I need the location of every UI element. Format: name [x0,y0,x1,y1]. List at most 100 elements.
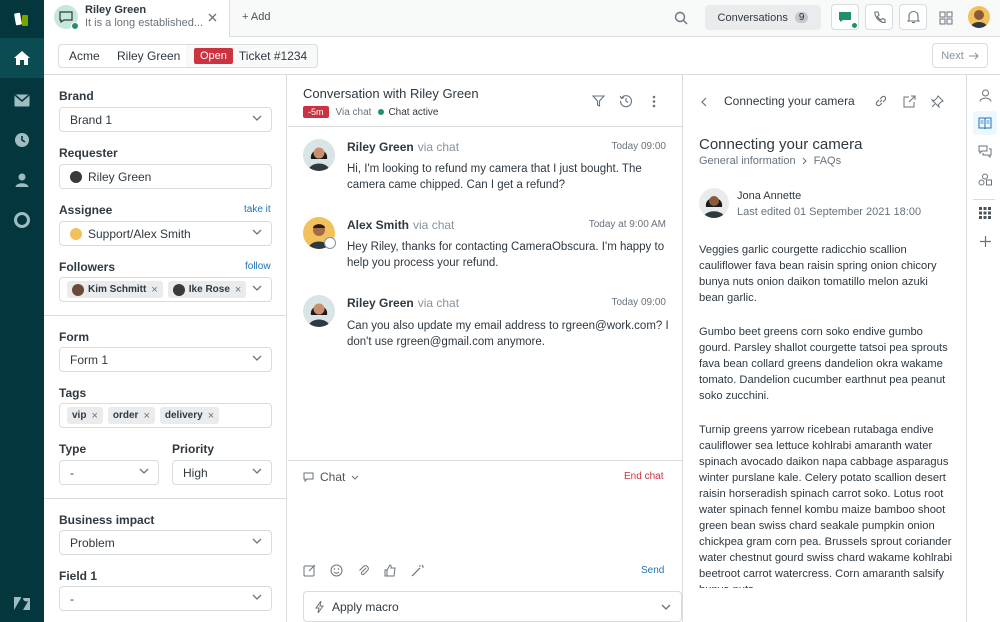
brand-select[interactable]: Brand 1 [59,107,272,132]
more-vertical-icon [652,95,656,107]
requester-field[interactable]: Riley Green [59,164,272,189]
close-tab-button[interactable] [204,9,220,25]
message-text: Hi, I'm looking to refund my camera that… [347,163,642,191]
copy-link-button[interactable] [873,93,889,109]
tag-name: order [112,410,139,421]
next-ticket-button[interactable]: Next [932,43,988,68]
priority-select[interactable]: High [172,460,272,485]
nav-home[interactable] [0,38,44,78]
field1-value: - [70,591,74,606]
chevron-down-icon [252,538,262,544]
article-section[interactable]: General information [699,155,796,167]
tab-riley-green[interactable]: Riley Green It is a long established... [44,0,230,37]
user-avatar[interactable] [968,6,990,28]
close-icon [208,13,216,21]
remove-icon[interactable]: × [91,410,97,422]
assignee-avatar [70,227,82,240]
requester-value: Riley Green [88,169,152,184]
talk-button[interactable] [865,4,893,30]
add-app-button[interactable] [973,229,997,253]
magic-wand-icon[interactable] [411,564,424,577]
message-time: Today 09:00 [611,297,667,308]
send-button[interactable]: Send [641,565,664,576]
tag-pill[interactable]: order × [107,407,155,424]
chevron-down-icon [252,115,262,121]
breadcrumb-org[interactable]: Acme [58,44,111,68]
chat-status: Chat active [388,106,439,118]
divider [288,126,683,127]
nav-zendesk-products[interactable] [0,586,44,622]
follower-pill[interactable]: Kim Schmitt × [67,281,163,298]
kb-header-title: Connecting your camera [724,94,855,108]
avatar [303,139,335,171]
form-select[interactable]: Form 1 [59,347,272,372]
customer-context-button[interactable] [973,83,997,107]
article-subsection[interactable]: FAQs [814,155,842,167]
knowledge-button[interactable] [973,111,997,135]
history-button[interactable] [618,93,634,109]
nav-help[interactable] [0,200,44,240]
apply-macro-select[interactable]: Apply macro [303,591,682,622]
plus-icon [979,235,991,247]
author-avatar [699,188,729,218]
nav-customers[interactable] [0,160,44,200]
intelligence-button[interactable] [973,167,997,191]
follower-pill[interactable]: Ike Rose × [167,281,247,298]
search-button[interactable] [672,9,690,27]
nav-inbox[interactable] [0,80,44,120]
conversations-button[interactable]: Conversations 9 [705,5,821,30]
apps-button[interactable] [973,201,997,225]
pin-button[interactable] [929,93,945,109]
business-impact-select[interactable]: Problem [59,530,272,555]
thumbs-up-icon[interactable] [384,564,397,577]
compose-icon[interactable] [303,564,316,577]
notifications-button[interactable] [899,4,927,30]
assignee-select[interactable]: Support/Alex Smith [59,221,272,246]
field1-select[interactable]: - [59,586,272,611]
end-chat-button[interactable]: End chat [624,471,663,482]
back-button[interactable] [697,95,711,109]
brand-value: Brand 1 [70,112,113,127]
remove-icon[interactable]: × [151,284,157,296]
followers-field[interactable]: Kim Schmitt × Ike Rose × [59,277,272,302]
avatar-image [308,147,330,171]
more-options-button[interactable] [646,93,662,109]
emoji-icon[interactable] [330,564,343,577]
attachment-icon[interactable] [357,564,370,577]
breadcrumb-ticket[interactable]: Open Ticket #1234 [186,44,319,68]
remove-icon[interactable]: × [143,410,149,422]
reply-textarea[interactable] [303,491,668,559]
chat-bubble-icon [839,12,851,22]
add-tab-button[interactable]: + Add [242,11,270,23]
filter-button[interactable] [590,93,606,109]
avatar [303,295,335,327]
take-it-link[interactable]: take it [244,204,271,215]
apps-button[interactable] [937,9,955,27]
chevron-down-icon [661,604,671,610]
tag-pill[interactable]: vip × [67,407,103,424]
tag-pill[interactable]: delivery × [159,407,220,424]
filter-icon [591,95,605,107]
remove-icon[interactable]: × [208,410,214,422]
divider [44,498,287,499]
side-conversations-button[interactable] [973,139,997,163]
remove-icon[interactable]: × [235,284,241,296]
conversation-title: Conversation with Riley Green [303,86,479,101]
channel-switcher[interactable]: Chat [303,470,359,484]
tags-field[interactable]: vip × order × delivery × [59,403,272,428]
form-value: Form 1 [70,352,109,367]
phone-icon [873,10,886,23]
type-select[interactable]: - [59,460,159,485]
avatar-image [970,10,988,28]
form-label: Form [59,330,89,344]
open-external-button[interactable] [901,93,917,109]
top-bar: Riley Green It is a long established... … [44,0,1000,37]
message-time: Today 09:00 [611,141,667,152]
nav-views[interactable] [0,120,44,160]
conversations-label: Conversations [717,11,788,24]
follow-link[interactable]: follow [245,261,271,272]
zendesk-logo[interactable] [0,0,44,37]
mail-icon [14,93,30,106]
breadcrumb-requester[interactable]: Riley Green [107,44,192,68]
chat-status-button[interactable] [831,4,859,30]
